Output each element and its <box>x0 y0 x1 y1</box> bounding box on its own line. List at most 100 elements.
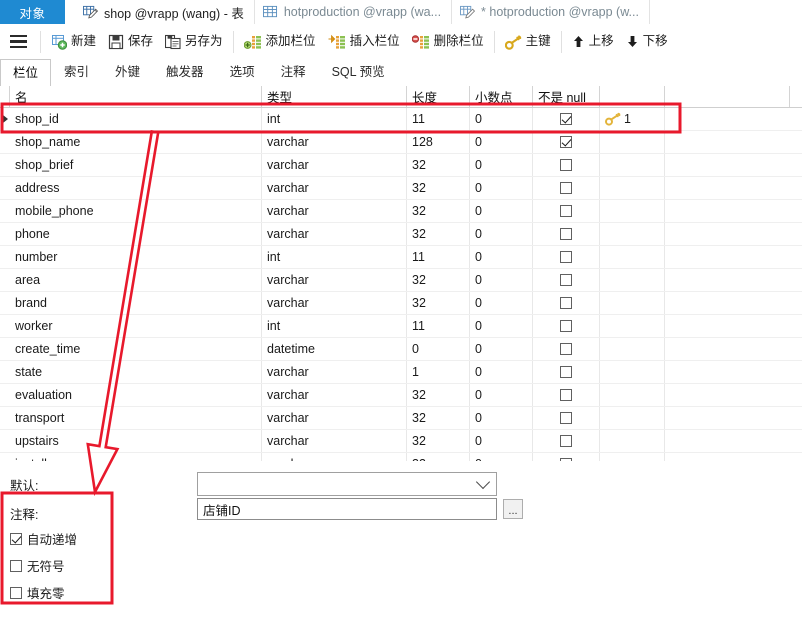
document-tab-hotproduction-1[interactable]: hotproduction @vrapp (wa... <box>255 0 453 24</box>
field-not-null-checkbox[interactable] <box>533 246 600 268</box>
field-type-cell[interactable]: varchar <box>262 407 407 429</box>
field-not-null-checkbox[interactable] <box>533 154 600 176</box>
field-type-cell[interactable]: varchar <box>262 269 407 291</box>
field-not-null-checkbox[interactable] <box>533 200 600 222</box>
field-length-cell[interactable]: 32 <box>407 430 470 452</box>
field-extra-cell[interactable] <box>665 315 790 337</box>
field-not-null-checkbox[interactable] <box>533 223 600 245</box>
field-decimals-cell[interactable]: 0 <box>470 154 533 176</box>
field-decimals-cell[interactable]: 0 <box>470 200 533 222</box>
document-tab-hotproduction-2[interactable]: * hotproduction @vrapp (w... <box>452 0 650 24</box>
field-type-cell[interactable]: varchar <box>262 177 407 199</box>
tab-sql-preview[interactable]: SQL 预览 <box>319 58 398 86</box>
field-length-cell[interactable]: 32 <box>407 200 470 222</box>
field-length-cell[interactable]: 32 <box>407 384 470 406</box>
header-length[interactable]: 长度 <box>407 86 470 107</box>
table-row[interactable]: shop_brief varchar 32 0 <box>0 154 802 177</box>
field-key-cell[interactable] <box>600 338 665 360</box>
field-length-cell[interactable]: 32 <box>407 154 470 176</box>
field-length-cell[interactable]: 1 <box>407 361 470 383</box>
hamburger-menu-button[interactable] <box>0 24 36 59</box>
field-type-cell[interactable]: varchar <box>262 292 407 314</box>
table-row[interactable]: worker int 11 0 <box>0 315 802 338</box>
field-length-cell[interactable]: 32 <box>407 177 470 199</box>
table-row[interactable]: shop_id int 11 0 1 <box>0 108 802 131</box>
field-not-null-checkbox[interactable] <box>533 292 600 314</box>
field-name-cell[interactable]: transport <box>10 407 262 429</box>
field-extra-cell[interactable] <box>665 246 790 268</box>
field-extra-cell[interactable] <box>665 223 790 245</box>
field-not-null-checkbox[interactable] <box>533 361 600 383</box>
move-up-button[interactable]: 上移 <box>566 29 620 55</box>
table-row[interactable]: area varchar 32 0 <box>0 269 802 292</box>
field-key-cell[interactable] <box>600 154 665 176</box>
field-name-cell[interactable]: phone <box>10 223 262 245</box>
field-name-cell[interactable]: install <box>10 453 262 461</box>
field-decimals-cell[interactable]: 0 <box>470 292 533 314</box>
header-type[interactable]: 类型 <box>262 86 407 107</box>
field-type-cell[interactable]: int <box>262 108 407 130</box>
field-extra-cell[interactable] <box>665 338 790 360</box>
field-type-cell[interactable]: varchar <box>262 131 407 153</box>
table-row[interactable]: shop_name varchar 128 0 <box>0 131 802 154</box>
table-row[interactable]: mobile_phone varchar 32 0 <box>0 200 802 223</box>
field-key-cell[interactable] <box>600 361 665 383</box>
field-type-cell[interactable]: varchar <box>262 361 407 383</box>
table-row[interactable]: installvarchar320 <box>0 453 802 461</box>
field-name-cell[interactable]: area <box>10 269 262 291</box>
field-type-cell[interactable]: int <box>262 246 407 268</box>
comment-input[interactable]: 店铺ID <box>197 498 497 520</box>
save-as-button[interactable]: 另存为 <box>159 29 229 55</box>
field-length-cell[interactable]: 0 <box>407 338 470 360</box>
field-decimals-cell[interactable]: 0 <box>470 453 533 461</box>
field-length-cell[interactable]: 11 <box>407 315 470 337</box>
field-key-cell[interactable] <box>600 453 665 461</box>
auto-increment-checkbox[interactable]: 自动递增 <box>10 529 77 548</box>
field-extra-cell[interactable] <box>665 154 790 176</box>
field-key-cell[interactable] <box>600 430 665 452</box>
table-row[interactable]: address varchar 32 0 <box>0 177 802 200</box>
field-type-cell[interactable]: varchar <box>262 154 407 176</box>
field-length-cell[interactable]: 32 <box>407 269 470 291</box>
field-not-null-checkbox[interactable] <box>533 131 600 153</box>
field-extra-cell[interactable] <box>665 453 790 461</box>
document-tab-shop[interactable]: shop @vrapp (wang) - 表 <box>75 0 255 24</box>
field-not-null-checkbox[interactable] <box>533 453 600 461</box>
field-name-cell[interactable]: number <box>10 246 262 268</box>
insert-field-button[interactable]: 插入栏位 <box>322 29 406 55</box>
header-decimals[interactable]: 小数点 <box>470 86 533 107</box>
field-decimals-cell[interactable]: 0 <box>470 430 533 452</box>
field-name-cell[interactable]: shop_name <box>10 131 262 153</box>
field-name-cell[interactable]: evaluation <box>10 384 262 406</box>
field-name-cell[interactable]: mobile_phone <box>10 200 262 222</box>
header-name[interactable]: 名 <box>10 86 262 107</box>
field-key-cell[interactable] <box>600 200 665 222</box>
field-not-null-checkbox[interactable] <box>533 430 600 452</box>
field-type-cell[interactable]: varchar <box>262 384 407 406</box>
field-type-cell[interactable]: varchar <box>262 223 407 245</box>
field-name-cell[interactable]: upstairs <box>10 430 262 452</box>
field-decimals-cell[interactable]: 0 <box>470 269 533 291</box>
field-key-cell[interactable] <box>600 315 665 337</box>
field-not-null-checkbox[interactable] <box>533 338 600 360</box>
table-row[interactable]: evaluation varchar 32 0 <box>0 384 802 407</box>
field-name-cell[interactable]: shop_id <box>10 108 262 130</box>
field-length-cell[interactable]: 11 <box>407 246 470 268</box>
field-key-cell[interactable] <box>600 407 665 429</box>
field-name-cell[interactable]: address <box>10 177 262 199</box>
field-not-null-checkbox[interactable] <box>533 177 600 199</box>
comment-browse-button[interactable]: ... <box>503 499 523 519</box>
tab-foreign-keys[interactable]: 外键 <box>102 58 153 86</box>
field-extra-cell[interactable] <box>665 361 790 383</box>
field-decimals-cell[interactable]: 0 <box>470 131 533 153</box>
field-extra-cell[interactable] <box>665 407 790 429</box>
tab-indexes[interactable]: 索引 <box>51 58 102 86</box>
field-extra-cell[interactable] <box>665 269 790 291</box>
field-decimals-cell[interactable]: 0 <box>470 407 533 429</box>
add-field-button[interactable]: 添加栏位 <box>238 29 322 55</box>
field-name-cell[interactable]: create_time <box>10 338 262 360</box>
header-extra[interactable] <box>665 86 790 107</box>
header-not-null[interactable]: 不是 null <box>533 86 600 107</box>
field-extra-cell[interactable] <box>665 108 790 130</box>
field-decimals-cell[interactable]: 0 <box>470 338 533 360</box>
